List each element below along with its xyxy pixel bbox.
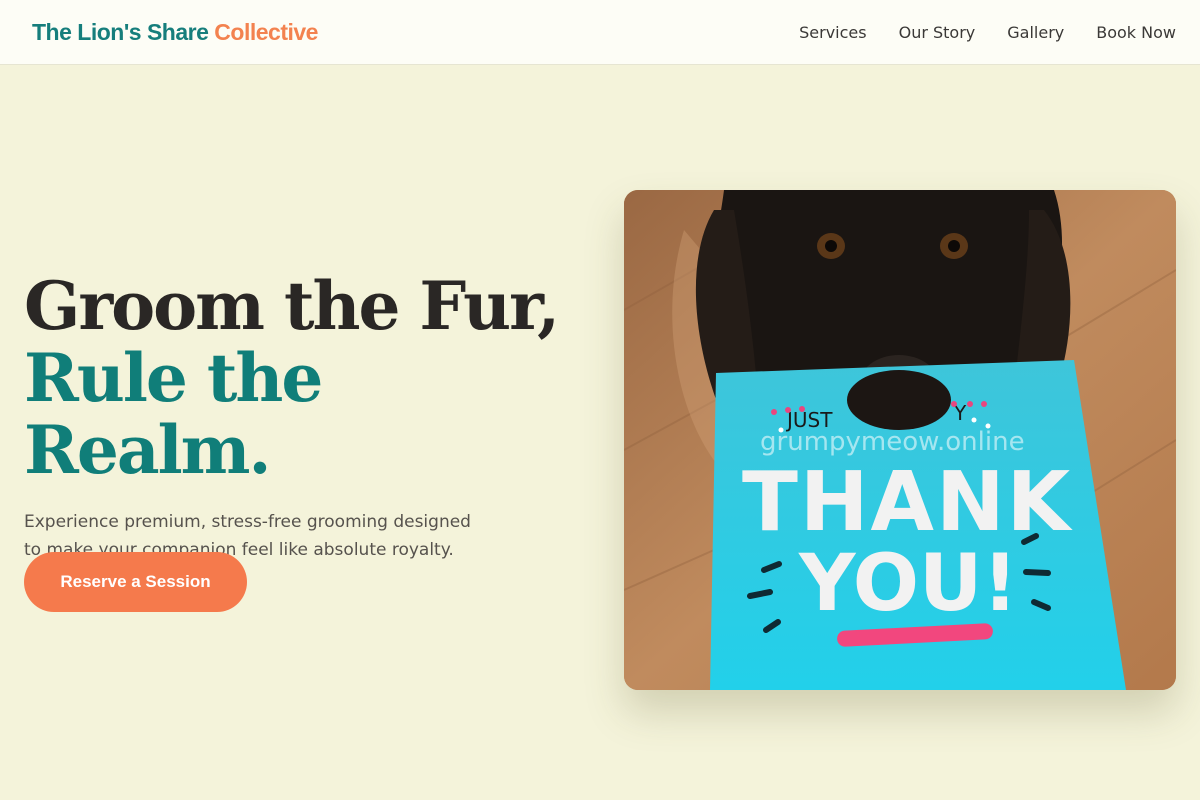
hero-headline: Groom the Fur, Rule the Realm. <box>24 270 584 486</box>
nav-link-our-story[interactable]: Our Story <box>899 23 976 42</box>
hero-text: Groom the Fur, Rule the Realm. Experienc… <box>24 270 584 564</box>
hero-photo: JUST Y THANK YOU! grumpymeow.online <box>624 190 1176 690</box>
card-you-text: YOU! <box>798 539 1018 629</box>
nav-link-book-now[interactable]: Book Now <box>1096 23 1176 42</box>
dog-with-thank-you-card-image: JUST Y THANK YOU! grumpymeow.online <box>624 190 1176 690</box>
brand-name-part2: Collective <box>214 18 318 45</box>
nav-link-services[interactable]: Services <box>799 23 866 42</box>
nav-link-gallery[interactable]: Gallery <box>1007 23 1064 42</box>
card-thank-text: THANK <box>742 455 1074 550</box>
reserve-session-button[interactable]: Reserve a Session <box>24 552 247 612</box>
watermark-text: grumpymeow.online <box>760 427 1025 457</box>
headline-line-1: Groom the Fur, <box>24 267 560 345</box>
brand-logo[interactable]: The Lion's Share Collective <box>32 19 318 46</box>
brand-name-part1: The Lion's Share <box>32 18 209 45</box>
headline-line-2: Rule the Realm. <box>24 339 323 489</box>
site-header: The Lion's Share Collective Services Our… <box>0 0 1200 65</box>
main-nav: Services Our Story Gallery Book Now <box>799 23 1176 42</box>
